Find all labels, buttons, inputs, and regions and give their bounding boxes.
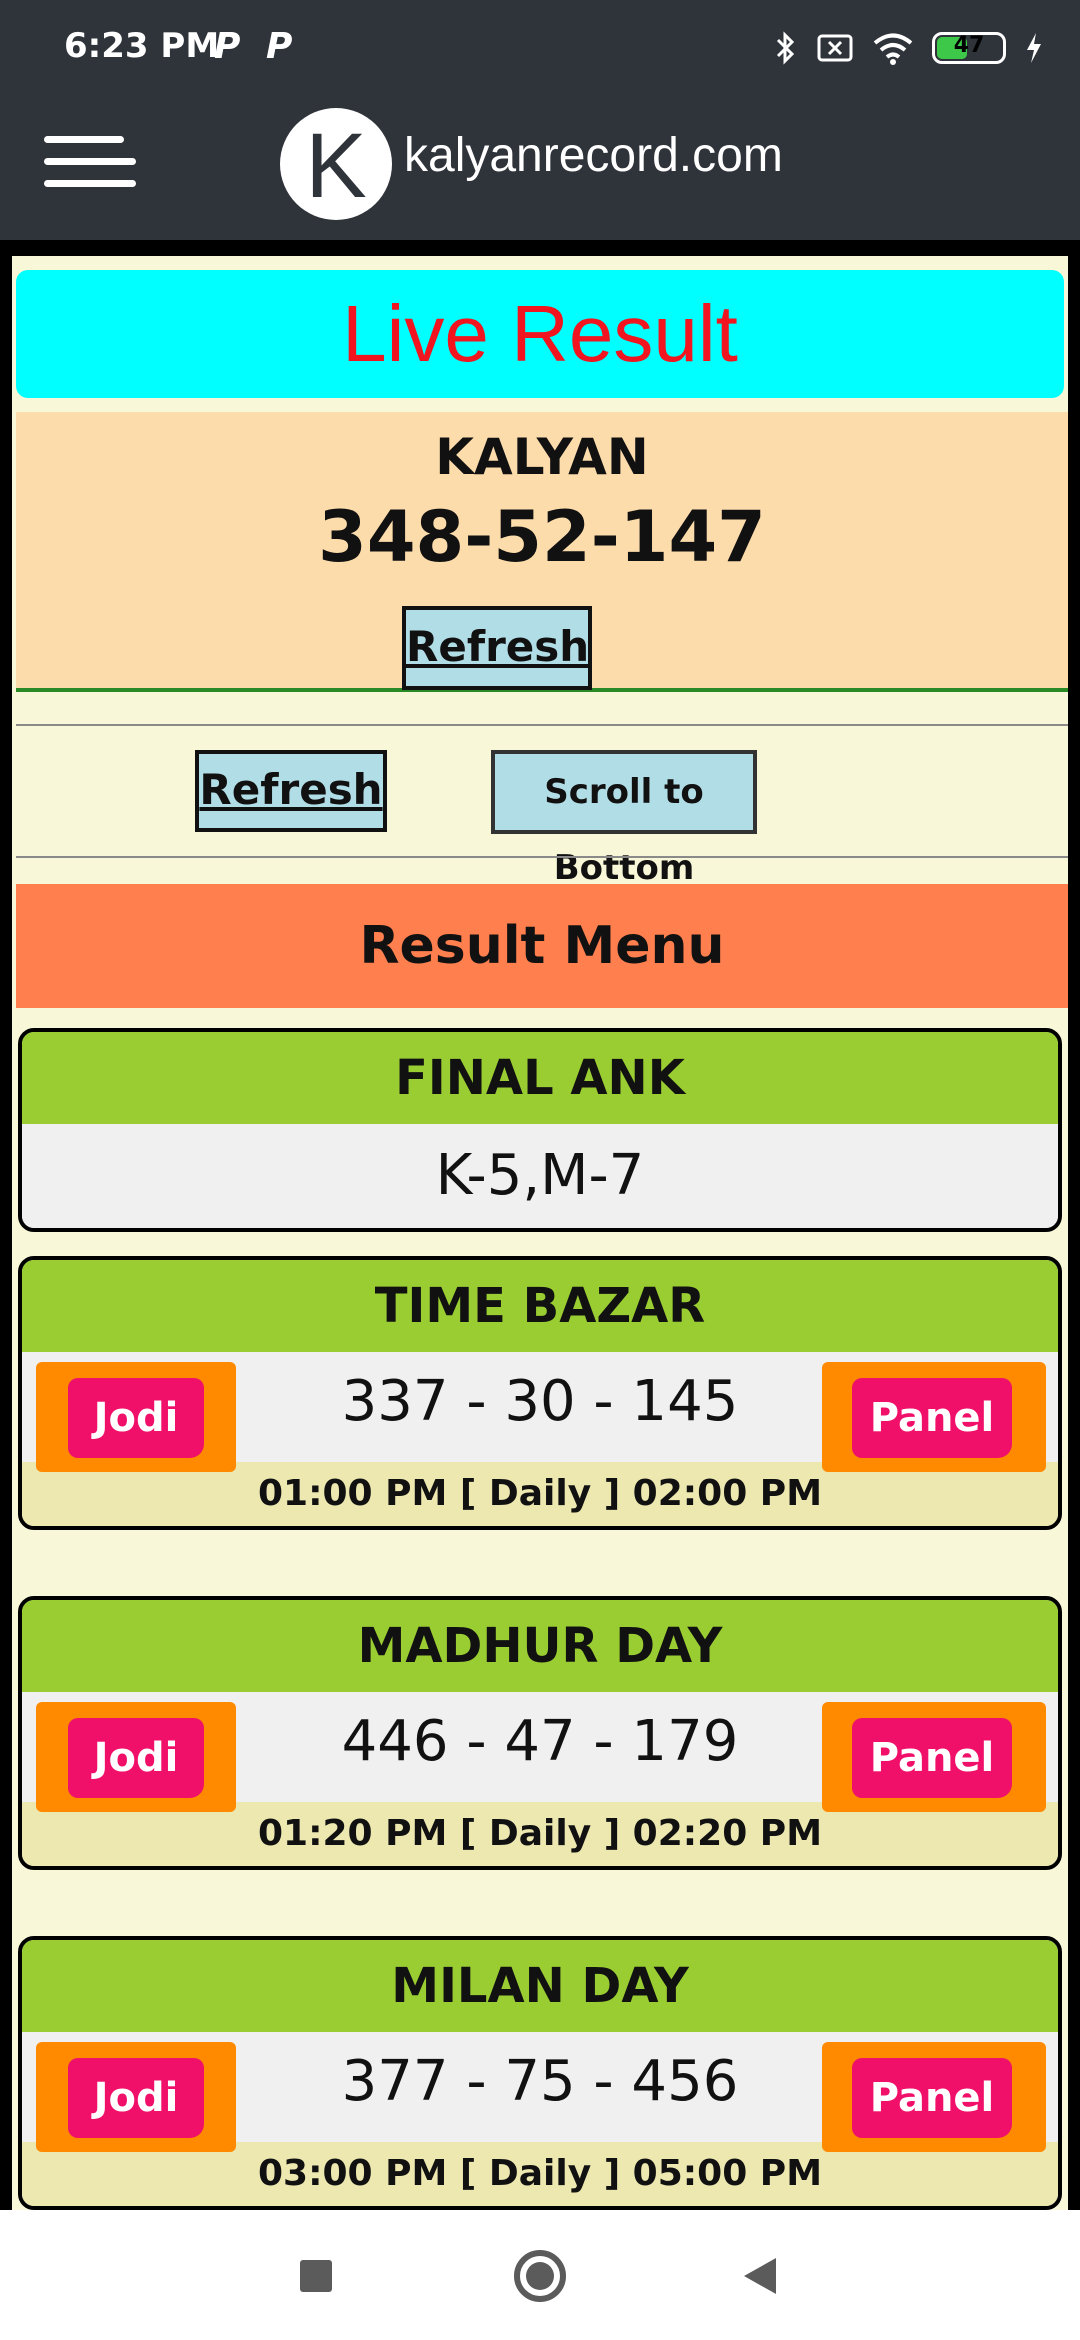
- market-name: MADHUR DAY: [22, 1600, 1058, 1692]
- status-bar: 6:23 PM P P 47: [0, 0, 1080, 96]
- battery-icon: 47: [932, 32, 1006, 64]
- panel-button[interactable]: Panel: [822, 1362, 1046, 1472]
- market-body: Jodi 446 - 47 - 179 Panel: [22, 1692, 1058, 1812]
- live-market-name: KALYAN: [435, 428, 649, 486]
- site-logo[interactable]: K: [280, 108, 392, 220]
- logo-letter: K: [305, 115, 367, 217]
- hamburger-menu-icon[interactable]: [44, 136, 136, 188]
- panel-button[interactable]: Panel: [822, 2042, 1046, 2152]
- divider: [16, 856, 1068, 858]
- final-ank-value: K-5,M-7: [435, 1143, 645, 1208]
- market-name: TIME BAZAR: [22, 1260, 1058, 1352]
- live-market-result: 348-52-147: [318, 496, 766, 578]
- page-content: Live Result KALYAN 348-52-147 Refresh Re…: [12, 256, 1068, 2210]
- back-icon[interactable]: [744, 2258, 776, 2294]
- panel-label: Panel: [852, 1378, 1012, 1458]
- market-card: MADHUR DAY Jodi 446 - 47 - 179 Panel 01:…: [18, 1596, 1062, 1870]
- battery-level: 47: [953, 33, 985, 58]
- kalyan-live-box: KALYAN 348-52-147 Refresh: [16, 412, 1068, 692]
- navigation-bar: [0, 2210, 1080, 2340]
- scroll-to-bottom-button[interactable]: Scroll to Bottom: [491, 750, 757, 888]
- charging-icon: [1027, 33, 1041, 63]
- market-card: TIME BAZAR Jodi 337 - 30 - 145 Panel 01:…: [18, 1256, 1062, 1530]
- market-body: Jodi 337 - 30 - 145 Panel: [22, 1352, 1058, 1472]
- result-menu-header: Result Menu: [16, 884, 1068, 1008]
- no-sim-icon: [817, 34, 853, 62]
- live-result-title: Live Result: [342, 289, 738, 378]
- content-frame: Live Result KALYAN 348-52-147 Refresh Re…: [0, 240, 1080, 2210]
- site-name[interactable]: kalyanrecord.com: [404, 128, 783, 183]
- final-ank-title: FINAL ANK: [22, 1032, 1058, 1124]
- live-result-banner: Live Result: [16, 270, 1064, 398]
- home-icon[interactable]: [514, 2250, 566, 2302]
- market-card: MILAN DAY Jodi 377 - 75 - 456 Panel 03:0…: [18, 1936, 1062, 2210]
- recent-apps-icon[interactable]: [300, 2260, 332, 2292]
- status-time: 6:23 PM: [64, 26, 220, 66]
- bluetooth-icon: [776, 31, 795, 65]
- panel-label: Panel: [852, 2058, 1012, 2138]
- divider: [16, 724, 1068, 726]
- live-refresh-button[interactable]: Refresh: [402, 606, 592, 690]
- final-ank-card: FINAL ANK K-5,M-7: [18, 1028, 1062, 1232]
- app-header: 6:23 PM P P 47 K kalyanrecord.com: [0, 0, 1080, 240]
- final-ank-body: K-5,M-7: [22, 1124, 1058, 1228]
- wifi-icon: [873, 33, 913, 65]
- market-body: Jodi 377 - 75 - 456 Panel: [22, 2032, 1058, 2152]
- notification-p-icon: P: [214, 26, 241, 67]
- result-menu-title: Result Menu: [359, 916, 725, 976]
- market-name: MILAN DAY: [22, 1940, 1058, 2032]
- notification-p-icon: P: [266, 26, 293, 67]
- panel-label: Panel: [852, 1718, 1012, 1798]
- refresh-button[interactable]: Refresh: [195, 750, 387, 832]
- panel-button[interactable]: Panel: [822, 1702, 1046, 1812]
- status-icons: 47: [774, 28, 1044, 68]
